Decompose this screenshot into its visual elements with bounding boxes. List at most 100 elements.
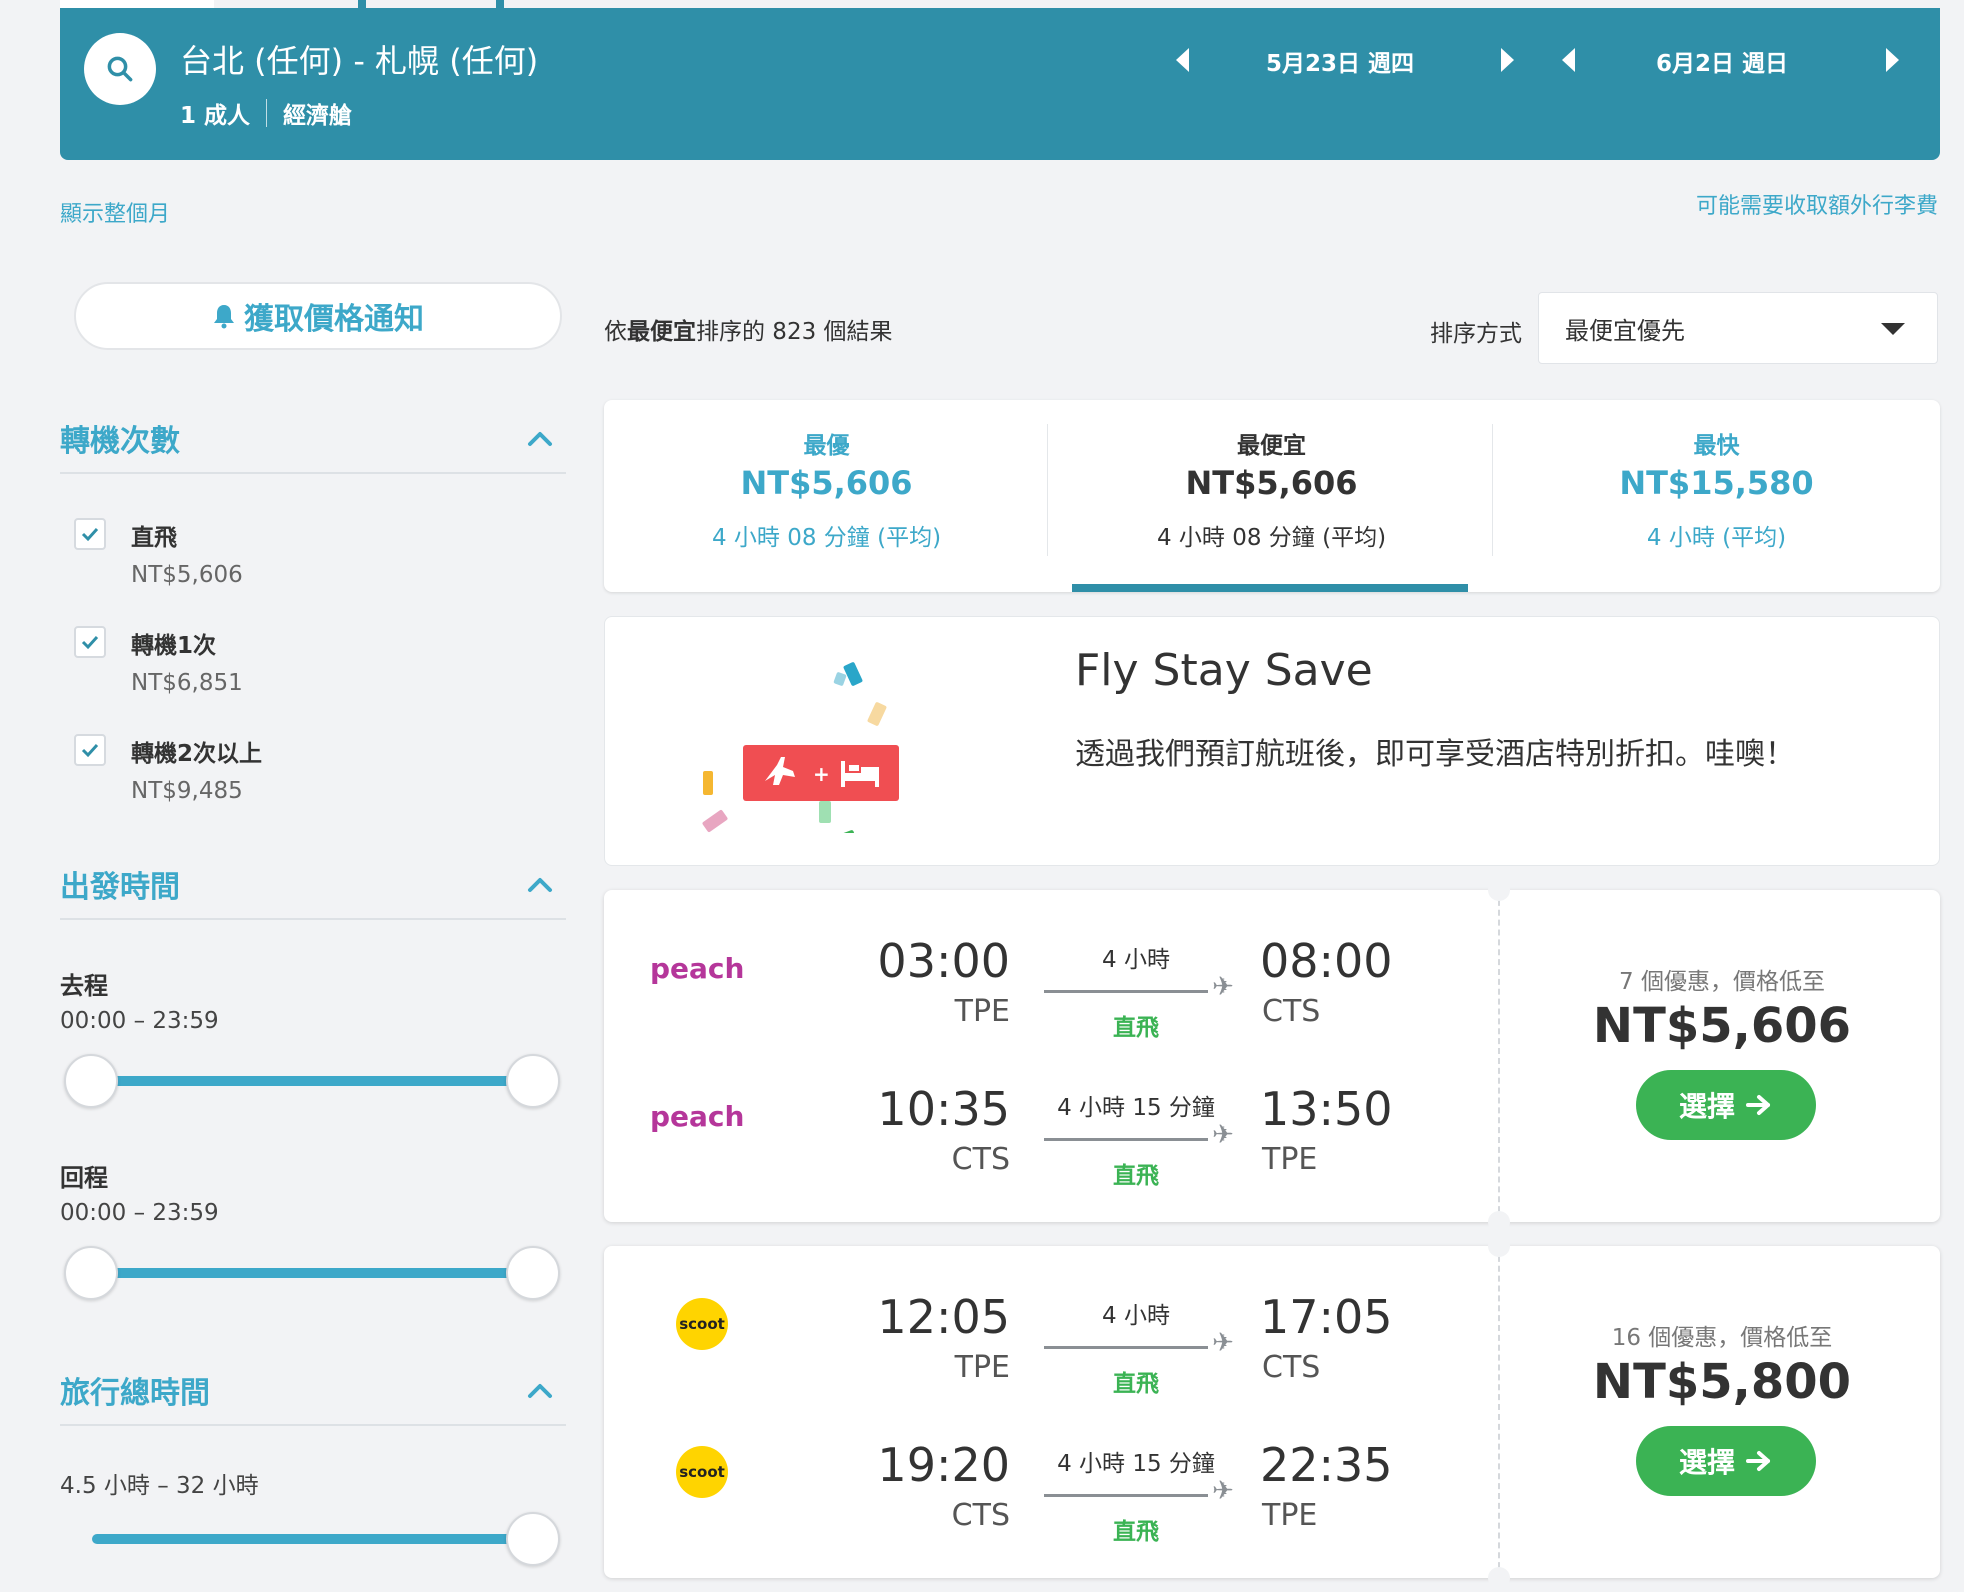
stops-info: 直飛	[1113, 1519, 1159, 1545]
chevron-up-icon[interactable]	[526, 1376, 554, 1404]
baggage-fee-link[interactable]: 可能需要收取額外行李費	[1696, 188, 1938, 220]
flight-duration: 4 小時 15 分鐘	[1057, 1095, 1215, 1121]
airline-logo-scoot: scoot	[676, 1298, 728, 1350]
select-flight-button[interactable]: 選擇	[1636, 1426, 1816, 1496]
flight-duration: 4 小時 15 分鐘	[1057, 1451, 1215, 1477]
top-tab-1[interactable]	[60, 0, 214, 8]
outbound-label: 去程	[60, 972, 108, 1000]
outbound-slider-max-handle[interactable]	[506, 1054, 560, 1108]
sort-value: 最便宜優先	[1565, 316, 1685, 345]
airplane-icon: ✈	[1212, 972, 1234, 1002]
stops-two-plus-label[interactable]: 轉機2次以上	[131, 734, 262, 768]
check-icon	[81, 527, 99, 542]
departure-time: 12:05	[877, 1290, 1010, 1344]
duration-slider-max-handle[interactable]	[506, 1512, 560, 1566]
stops-direct-label[interactable]: 直飛	[131, 518, 177, 552]
price-alert-label: 獲取價格通知	[244, 302, 424, 337]
departure-airport: TPE	[954, 994, 1010, 1029]
outbound-slider-min-handle[interactable]	[64, 1054, 118, 1108]
departure-airport: CTS	[951, 1142, 1010, 1177]
arrow-right-icon	[1746, 1451, 1770, 1471]
divider	[266, 99, 268, 127]
stops-one-label[interactable]: 轉機1次	[131, 626, 216, 660]
flight-price: NT$5,800	[1592, 1354, 1852, 1410]
results-count: 依最便宜排序的 823 個結果	[604, 319, 893, 345]
depart-next-icon[interactable]	[1501, 48, 1514, 72]
stops-filter-title[interactable]: 轉機次數	[60, 416, 180, 460]
tab-fastest[interactable]: 最快 NT$15,580 4 小時 (平均)	[1494, 400, 1939, 592]
departure-time: 03:00	[877, 934, 1010, 988]
airplane-icon: ✈	[1212, 1328, 1234, 1358]
chevron-up-icon[interactable]	[526, 870, 554, 898]
active-tab-indicator	[1072, 584, 1468, 592]
depart-date[interactable]: 5月23日 週四	[1266, 44, 1414, 78]
return-slider-min-handle[interactable]	[64, 1246, 118, 1300]
stops-direct-checkbox[interactable]	[74, 518, 106, 550]
arrival-airport: CTS	[1262, 994, 1321, 1029]
deals-count: 16 個優惠，價格低至	[1611, 1325, 1833, 1351]
outbound-range: 00:00 – 23:59	[60, 1008, 219, 1034]
return-next-icon[interactable]	[1886, 48, 1899, 72]
duration-filter-title[interactable]: 旅行總時間	[60, 1368, 210, 1412]
tab-cheapest[interactable]: 最便宜 NT$5,606 4 小時 08 分鐘 (平均)	[1049, 400, 1494, 592]
flight-price: NT$5,606	[1592, 998, 1852, 1054]
stops-one-checkbox[interactable]	[74, 626, 106, 658]
arrival-airport: CTS	[1262, 1350, 1321, 1385]
flight-result-card[interactable]: peach 03:00 TPE 4 小時 ✈ 直飛 08:00 CTS peac…	[604, 879, 1940, 1233]
bell-icon	[214, 305, 234, 329]
airline-logo-peach: peach	[650, 1100, 745, 1133]
caret-down-icon	[1881, 323, 1905, 335]
fly-stay-save-banner[interactable]: + Fly Stay Save 透過我們預訂航班後，即可享受酒店特別折扣。哇噢！	[604, 616, 1940, 866]
return-date[interactable]: 6月2日 週日	[1656, 44, 1788, 78]
sort-label: 排序方式	[1430, 321, 1522, 347]
departure-airport: TPE	[954, 1350, 1010, 1385]
sort-dropdown[interactable]: 最便宜優先	[1538, 292, 1938, 364]
outbound-slider-track[interactable]	[92, 1076, 534, 1086]
chevron-up-icon[interactable]	[526, 424, 554, 452]
airline-logo-scoot: scoot	[676, 1446, 728, 1498]
deals-count: 7 個優惠，價格低至	[1619, 969, 1825, 995]
cabin-class: 經濟艙	[283, 103, 353, 129]
top-tab-strip	[60, 0, 1940, 8]
sort-tabs: 最優 NT$5,606 4 小時 08 分鐘 (平均) 最便宜 NT$5,606…	[604, 400, 1940, 592]
passenger-cabin[interactable]: 1 成人 經濟艙	[180, 96, 352, 130]
check-icon	[81, 635, 99, 650]
search-header: 台北 (任何) - 札幌 (任何) 1 成人 經濟艙 5月23日 週四 6月2日…	[60, 8, 1940, 160]
return-slider-track[interactable]	[92, 1268, 534, 1278]
passenger-count: 1 成人	[180, 103, 251, 129]
select-flight-button[interactable]: 選擇	[1636, 1070, 1816, 1140]
arrival-time: 08:00	[1260, 934, 1393, 988]
duration-range: 4.5 小時 – 32 小時	[60, 1473, 259, 1499]
duration-slider-track[interactable]	[92, 1534, 534, 1544]
flight-result-card[interactable]: scoot 12:05 TPE 4 小時 ✈ 直飛 17:05 CTS scoo…	[604, 1235, 1940, 1589]
stops-one-price: NT$6,851	[131, 670, 243, 696]
price-alert-button[interactable]: 獲取價格通知	[74, 282, 562, 350]
departure-filter-title[interactable]: 出發時間	[60, 862, 180, 906]
route-title[interactable]: 台北 (任何) - 札幌 (任何)	[180, 36, 538, 82]
return-range: 00:00 – 23:59	[60, 1200, 219, 1226]
search-icon	[107, 56, 133, 82]
airplane-icon: ✈	[1212, 1476, 1234, 1506]
svg-text:+: +	[813, 762, 830, 786]
airline-logo-peach: peach	[650, 952, 745, 985]
stops-info: 直飛	[1113, 1163, 1159, 1189]
depart-prev-icon[interactable]	[1176, 48, 1189, 72]
return-label: 回程	[60, 1164, 108, 1192]
arrival-time: 17:05	[1260, 1290, 1393, 1344]
arrival-time: 13:50	[1260, 1082, 1393, 1136]
promo-text: 透過我們預訂航班後，即可享受酒店特別折扣。哇噢！	[1075, 737, 1795, 772]
return-prev-icon[interactable]	[1562, 48, 1575, 72]
check-icon	[81, 743, 99, 758]
show-month-link[interactable]: 顯示整個月	[60, 196, 170, 228]
stops-direct-price: NT$5,606	[131, 562, 243, 588]
stops-two-plus-checkbox[interactable]	[74, 734, 106, 766]
flight-duration: 4 小時	[1102, 1303, 1170, 1329]
search-button[interactable]	[84, 33, 156, 105]
stops-two-plus-price: NT$9,485	[131, 778, 243, 804]
airplane-icon: ✈	[1212, 1120, 1234, 1150]
return-slider-max-handle[interactable]	[506, 1246, 560, 1300]
promo-title: Fly Stay Save	[1075, 645, 1373, 696]
arrival-airport: TPE	[1262, 1498, 1318, 1533]
tab-best[interactable]: 最優 NT$5,606 4 小時 08 分鐘 (平均)	[604, 400, 1049, 592]
departure-airport: CTS	[951, 1498, 1010, 1533]
